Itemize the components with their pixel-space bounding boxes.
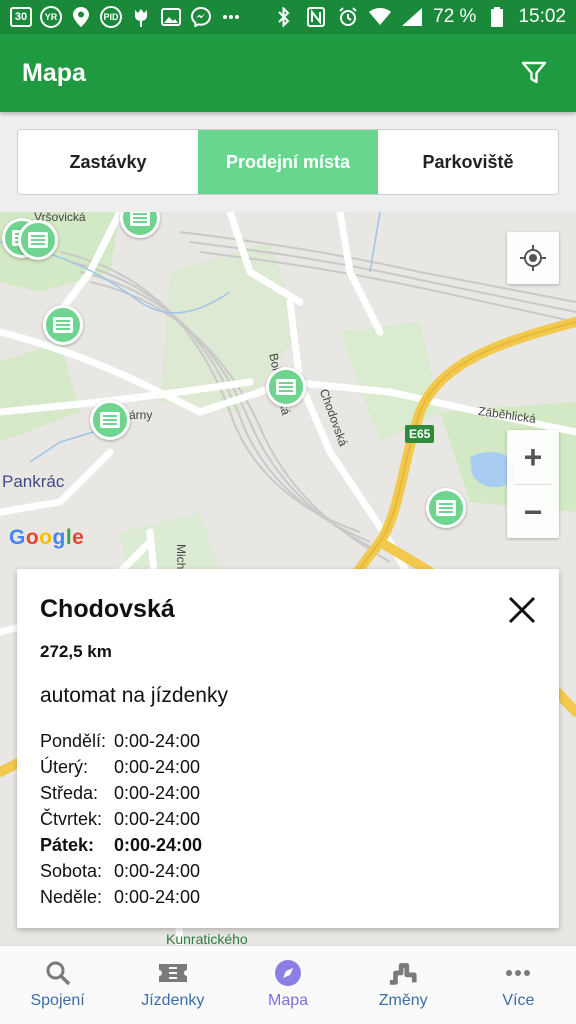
nav-label: Jízdenky (141, 992, 205, 1009)
hours-row: Středa: 0:00-24:00 (40, 780, 536, 806)
nfc-icon (305, 7, 327, 27)
more-icon (503, 960, 533, 986)
opening-hours: Pondělí: 0:00-24:00 Úterý: 0:00-24:00 Stře… (40, 728, 536, 910)
compass-icon (273, 960, 303, 986)
nav-spojeni[interactable]: Spojení (0, 946, 115, 1024)
map-label-michle: Mich (174, 544, 188, 570)
card-distance: 272,5 km (40, 642, 112, 661)
my-location-button[interactable] (507, 232, 559, 284)
status-bar: 30 YR PID 72 % 15:02 (0, 0, 576, 34)
tabs-container: Zastávky Prodejní místa Parkoviště (0, 112, 576, 212)
hours-time: 0:00-24:00 (114, 757, 201, 777)
changes-icon (388, 960, 418, 986)
yr-icon: YR (40, 6, 62, 28)
hours-day: Pondělí: (40, 731, 107, 751)
segmented-tabs: Zastávky Prodejní místa Parkoviště (17, 129, 559, 195)
hours-time: 0:00-24:00 (114, 887, 201, 907)
card-type: automat na jízdenky (40, 684, 228, 707)
app-bar: Mapa (0, 34, 576, 112)
sales-point-marker[interactable] (426, 488, 466, 528)
hours-row-today: Pátek: 0:00-24:00 (40, 832, 536, 858)
search-icon (43, 960, 73, 986)
sales-point-card: Chodovská 272,5 km automat na jízdenky P… (17, 569, 559, 928)
close-button[interactable] (507, 595, 537, 625)
pid-icon: PID (100, 6, 122, 28)
page-title: Mapa (22, 58, 86, 87)
hours-time: 0:00-24:00 (114, 861, 201, 881)
location-pin-icon (70, 7, 92, 27)
hours-day: Neděle: (40, 887, 103, 907)
nav-vice[interactable]: Více (461, 946, 576, 1024)
sales-point-marker[interactable] (266, 367, 306, 407)
sales-point-marker[interactable] (18, 220, 58, 260)
tulip-icon (130, 7, 152, 27)
image-icon (160, 7, 182, 27)
hours-day: Sobota: (40, 861, 103, 881)
zoom-out-button[interactable]: − (507, 485, 559, 539)
card-title: Chodovská (40, 595, 175, 623)
hours-row: Úterý: 0:00-24:00 (40, 754, 536, 780)
close-icon (508, 596, 536, 624)
nav-label: Více (502, 992, 535, 1009)
signal-icon (401, 7, 423, 27)
tab-parkoviste[interactable]: Parkoviště (378, 130, 558, 194)
nav-label: Spojení (30, 992, 85, 1009)
hours-time: 0:00-24:00 (114, 835, 203, 855)
sales-point-marker[interactable] (90, 400, 130, 440)
hours-day: Pátek: (40, 835, 95, 855)
map-label-jarny: árny (129, 408, 153, 422)
nav-jizdenky[interactable]: Jízdenky (115, 946, 230, 1024)
alarm-icon (337, 7, 359, 27)
bluetooth-icon (273, 7, 295, 27)
tab-prodejni-mista[interactable]: Prodejní místa (198, 130, 378, 194)
hours-row: Sobota: 0:00-24:00 (40, 858, 536, 884)
bottom-navigation: Spojení Jízdenky Mapa Změny Více (0, 945, 576, 1024)
filter-icon (521, 61, 547, 84)
clock: 15:02 (518, 6, 566, 27)
sales-point-marker[interactable] (43, 305, 83, 345)
zoom-in-button[interactable]: + (507, 430, 559, 484)
hours-row: Pondělí: 0:00-24:00 (40, 728, 536, 754)
zoom-controls: + − (507, 430, 559, 538)
crosshair-icon (520, 245, 546, 271)
hours-time: 0:00-24:00 (114, 783, 201, 803)
hours-time: 0:00-24:00 (114, 731, 201, 751)
tab-zastavky[interactable]: Zastávky (18, 130, 198, 194)
highway-shield-e65: E65 (405, 425, 435, 443)
nav-mapa[interactable]: Mapa (230, 946, 345, 1024)
hours-row: Neděle: 0:00-24:00 (40, 884, 536, 910)
battery-percent: 72 % (433, 6, 477, 27)
hours-day: Čtvrtek: (40, 809, 103, 829)
google-logo: Google (9, 526, 85, 549)
nav-zmeny[interactable]: Změny (346, 946, 461, 1024)
hours-day: Středa: (40, 783, 99, 803)
nav-label: Mapa (267, 992, 309, 1009)
more-dots-icon (220, 7, 242, 27)
calendar-30-icon: 30 (10, 7, 32, 27)
messenger-icon (190, 7, 212, 27)
filter-button[interactable] (514, 53, 554, 93)
map-label-kunraticke: Kunratického (166, 931, 248, 945)
hours-time: 0:00-24:00 (114, 809, 201, 829)
ticket-icon (158, 960, 188, 986)
battery-icon (486, 7, 508, 27)
status-system: 72 % 15:02 (273, 6, 566, 28)
wifi-icon (369, 7, 392, 27)
hours-row: Čtvrtek: 0:00-24:00 (40, 806, 536, 832)
status-notifications: 30 YR PID (10, 6, 273, 28)
hours-day: Úterý: (40, 757, 89, 777)
nav-label: Změny (378, 992, 428, 1009)
map-label-pankrac: Pankrác (2, 472, 65, 491)
